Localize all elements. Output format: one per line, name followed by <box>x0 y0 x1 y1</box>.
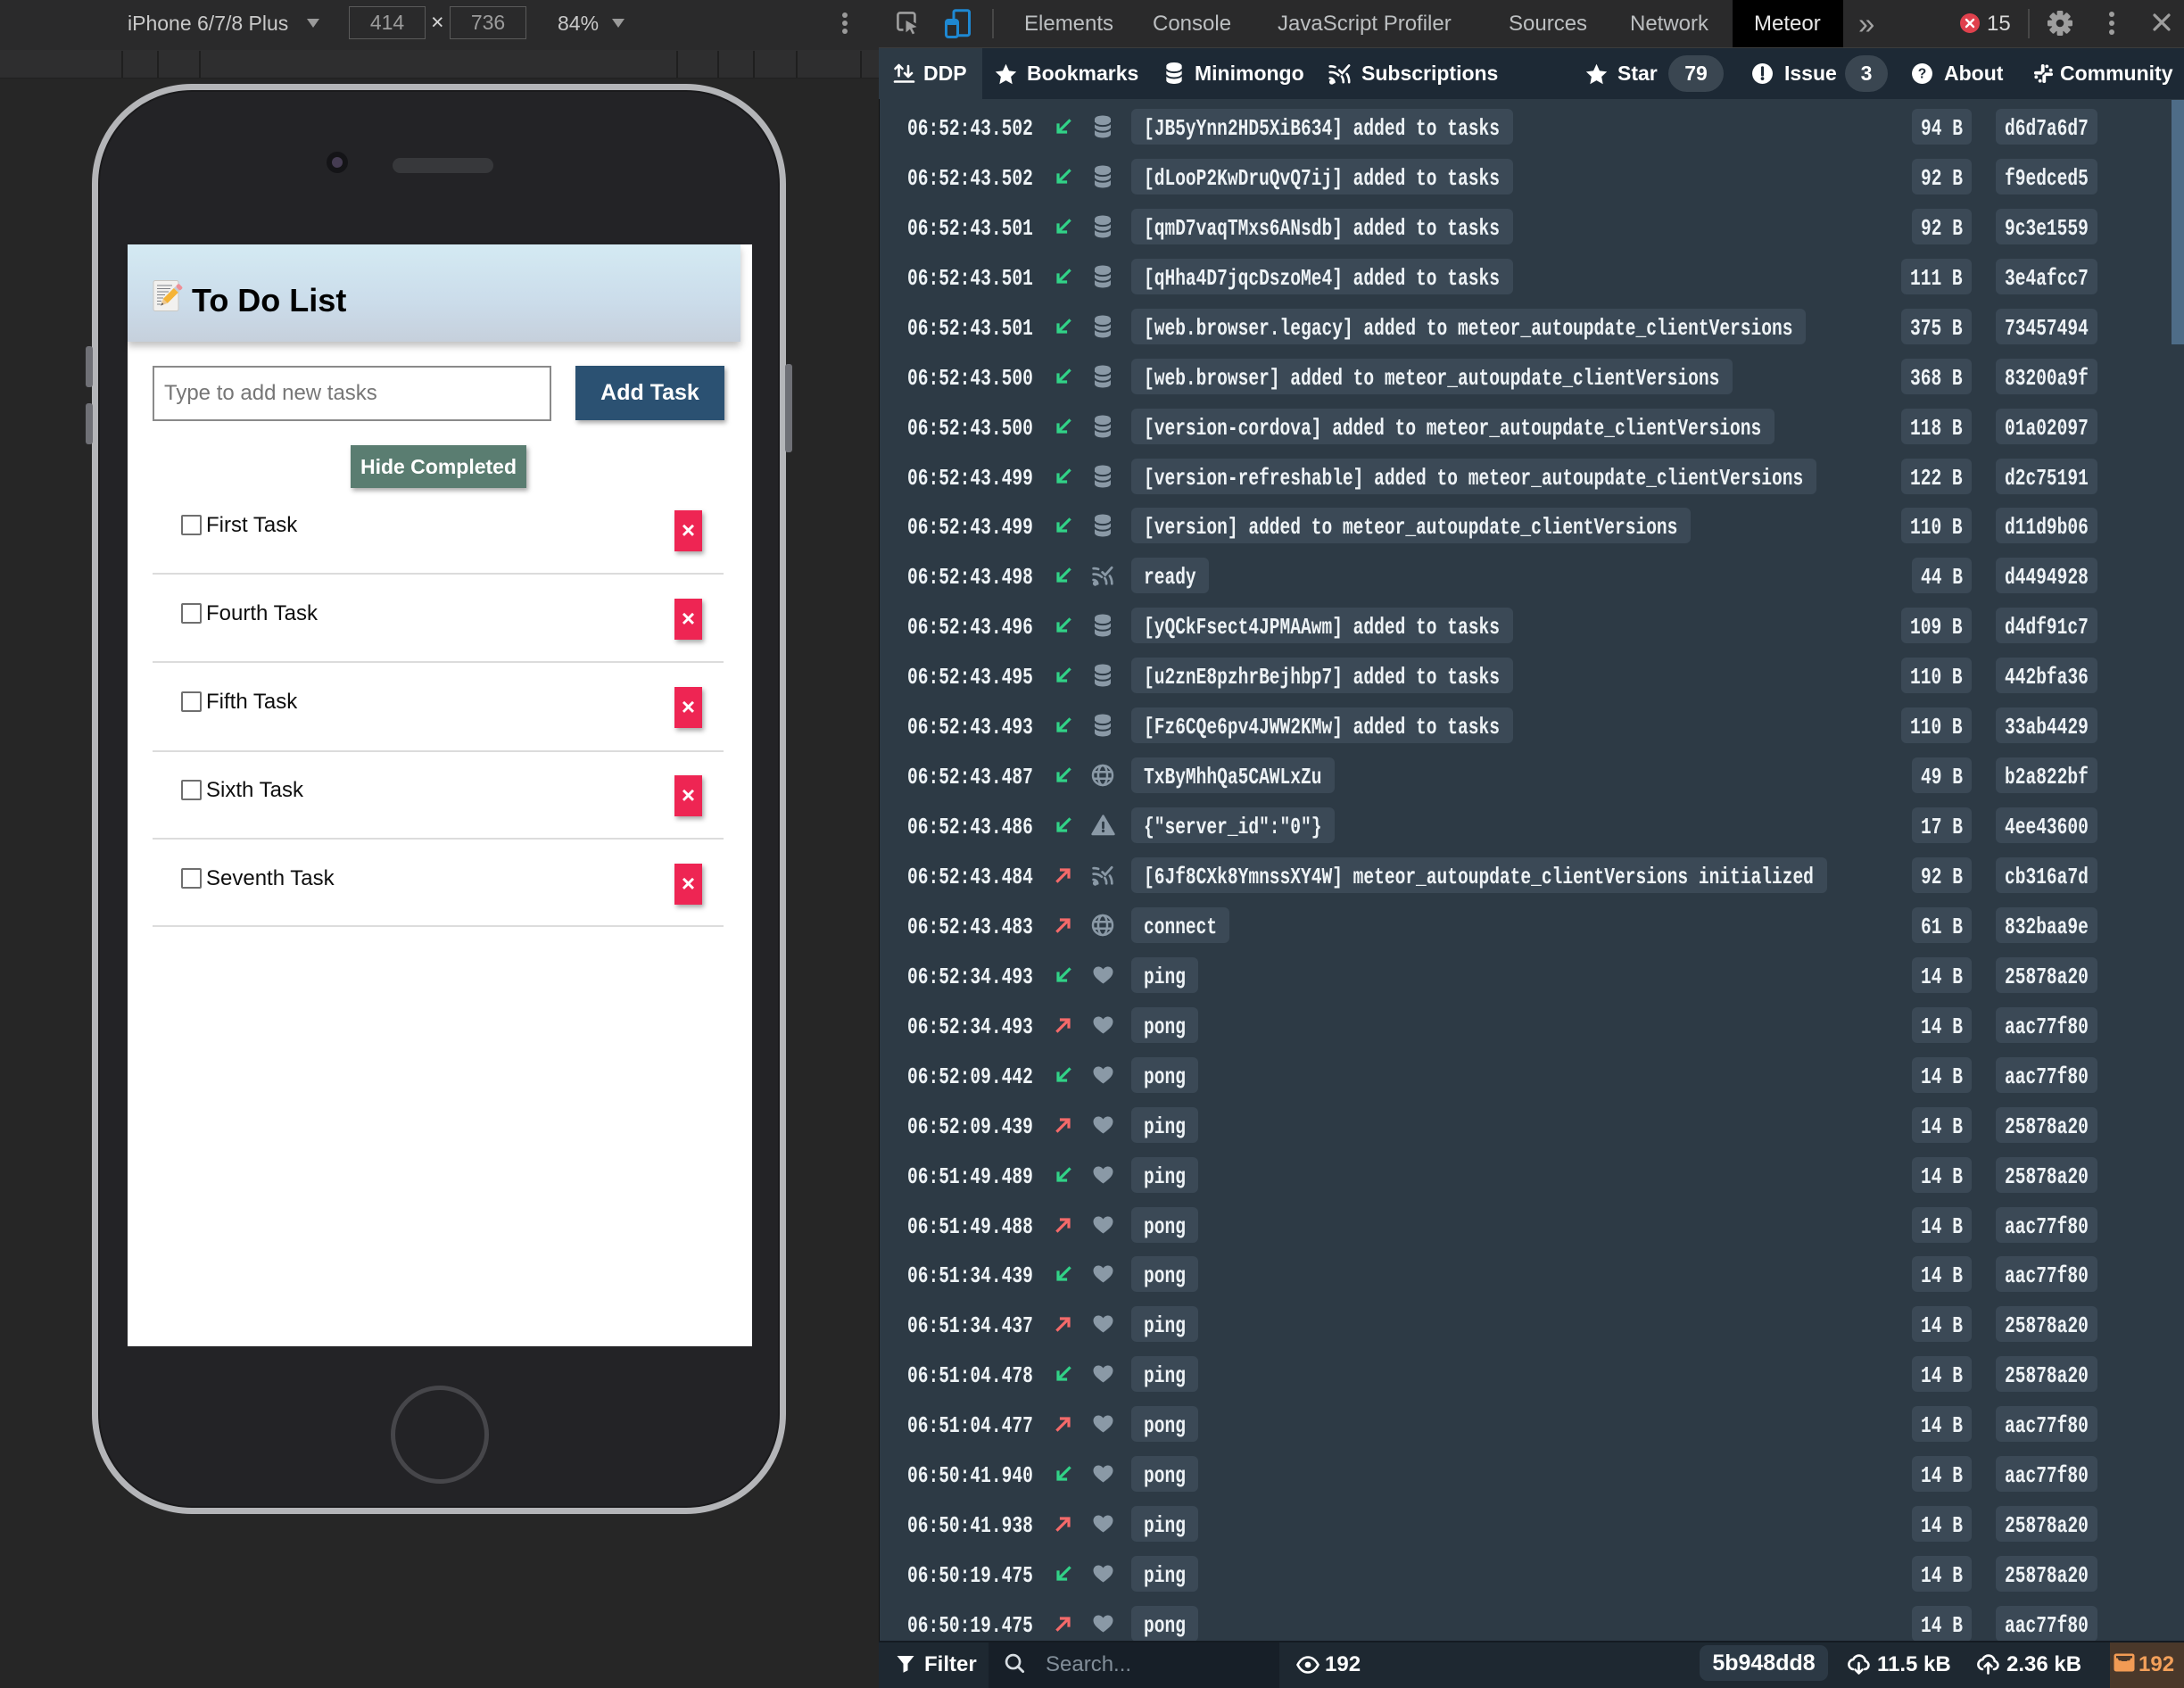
svg-text:?: ? <box>1918 67 1927 82</box>
